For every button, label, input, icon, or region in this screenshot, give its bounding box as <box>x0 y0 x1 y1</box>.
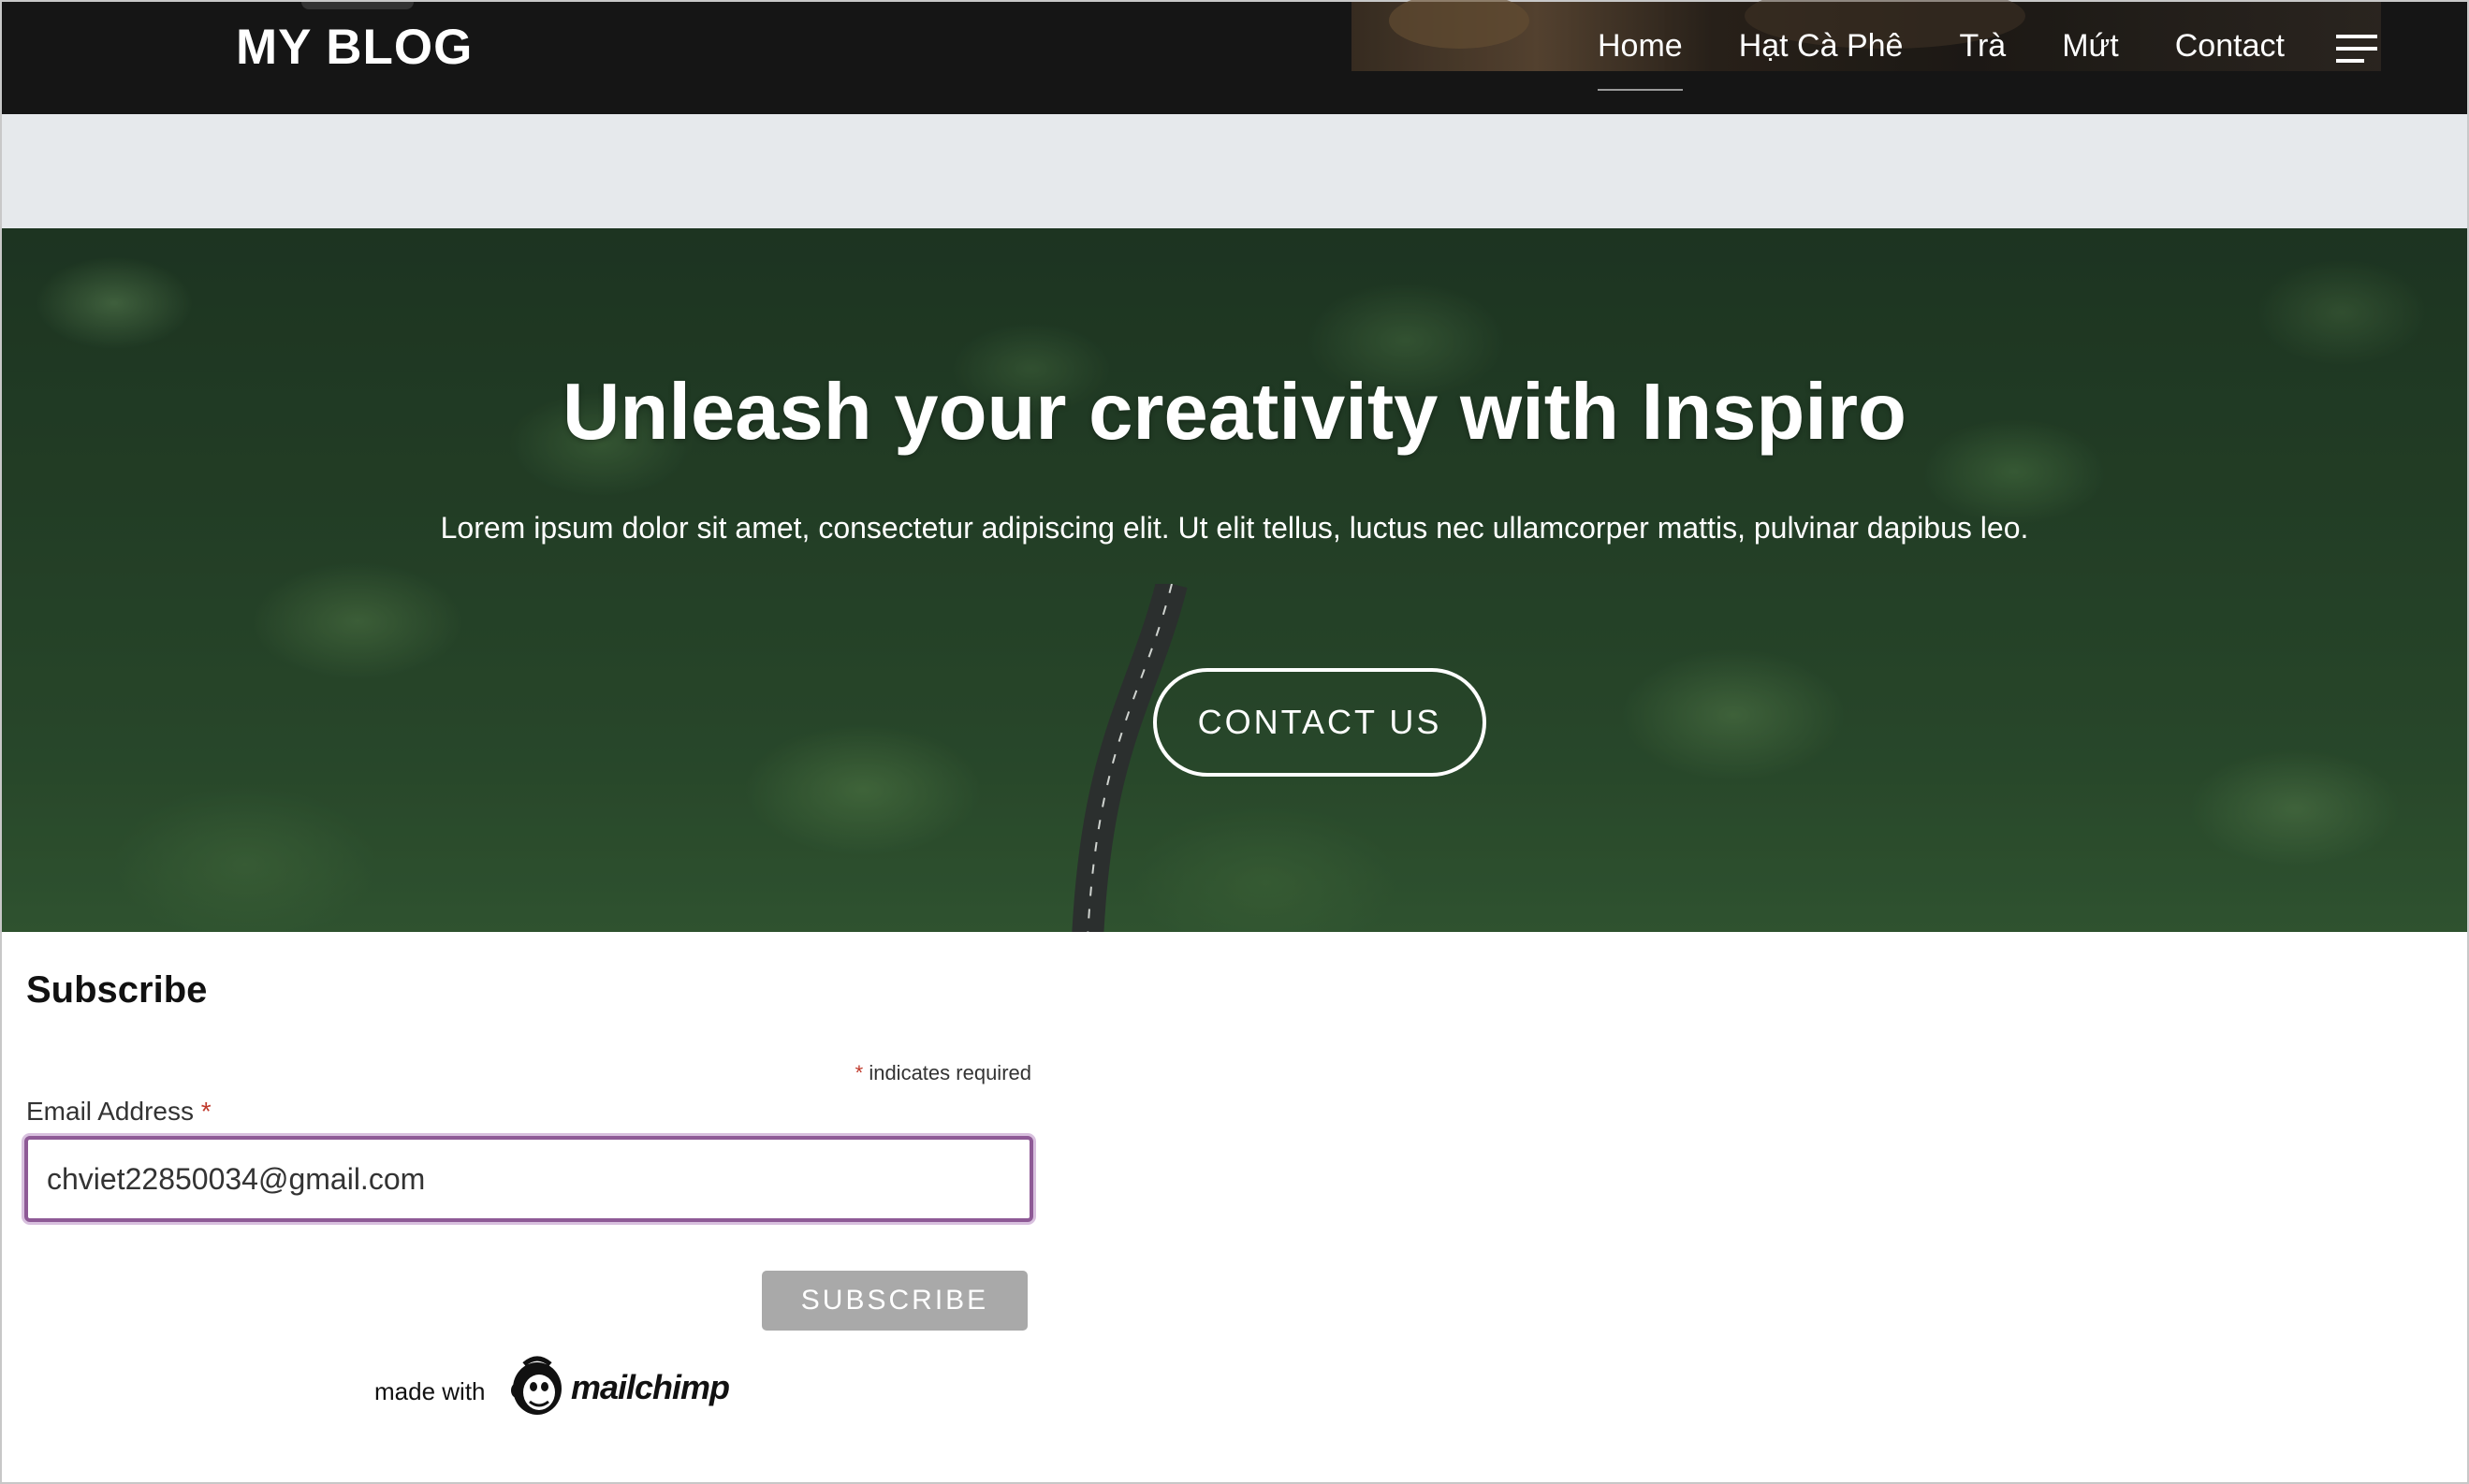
nav-item-contact[interactable]: Contact <box>2175 28 2285 65</box>
nav-item-home[interactable]: Home <box>1598 28 1683 91</box>
main-nav: Home Hạt Cà Phê Trà Mứt Contact <box>1598 28 2341 91</box>
nav-item-tra[interactable]: Trà <box>1959 28 2006 65</box>
hero-section: Unleash your creativity with Inspiro Lor… <box>2 228 2467 932</box>
site-header: MY BLOG Home Hạt Cà Phê Trà Mứt Contact <box>2 0 2467 114</box>
required-star: * <box>855 1061 864 1084</box>
required-note: * indicates required <box>751 1061 1031 1085</box>
site-title[interactable]: MY BLOG <box>236 19 473 76</box>
mailchimp-brand-text[interactable]: mailchimp <box>571 1368 730 1407</box>
nav-item-hat-ca-phe[interactable]: Hạt Cà Phê <box>1739 28 1904 65</box>
subscribe-button[interactable]: SUBSCRIBE <box>762 1271 1028 1331</box>
header-tab-decoration <box>301 2 414 9</box>
nav-item-mut[interactable]: Mứt <box>2062 28 2119 65</box>
contact-us-button[interactable]: CONTACT US <box>1153 668 1486 777</box>
required-note-text: indicates required <box>869 1061 1031 1084</box>
mailchimp-logo-icon[interactable] <box>507 1355 567 1419</box>
hero-subtitle: Lorem ipsum dolor sit amet, consectetur … <box>440 511 2029 545</box>
email-required-star: * <box>200 1097 212 1126</box>
hamburger-icon[interactable] <box>2336 33 2377 65</box>
email-label: Email Address * <box>26 1097 212 1127</box>
header-spacer-band <box>2 114 2467 228</box>
hero-title: Unleash your creativity with Inspiro <box>562 368 1907 457</box>
email-label-text: Email Address <box>26 1097 194 1126</box>
made-with-text: made with <box>374 1377 486 1405</box>
subscribe-heading: Subscribe <box>26 969 208 1011</box>
hero-overlay <box>2 228 2467 932</box>
email-input[interactable] <box>24 1136 1033 1222</box>
